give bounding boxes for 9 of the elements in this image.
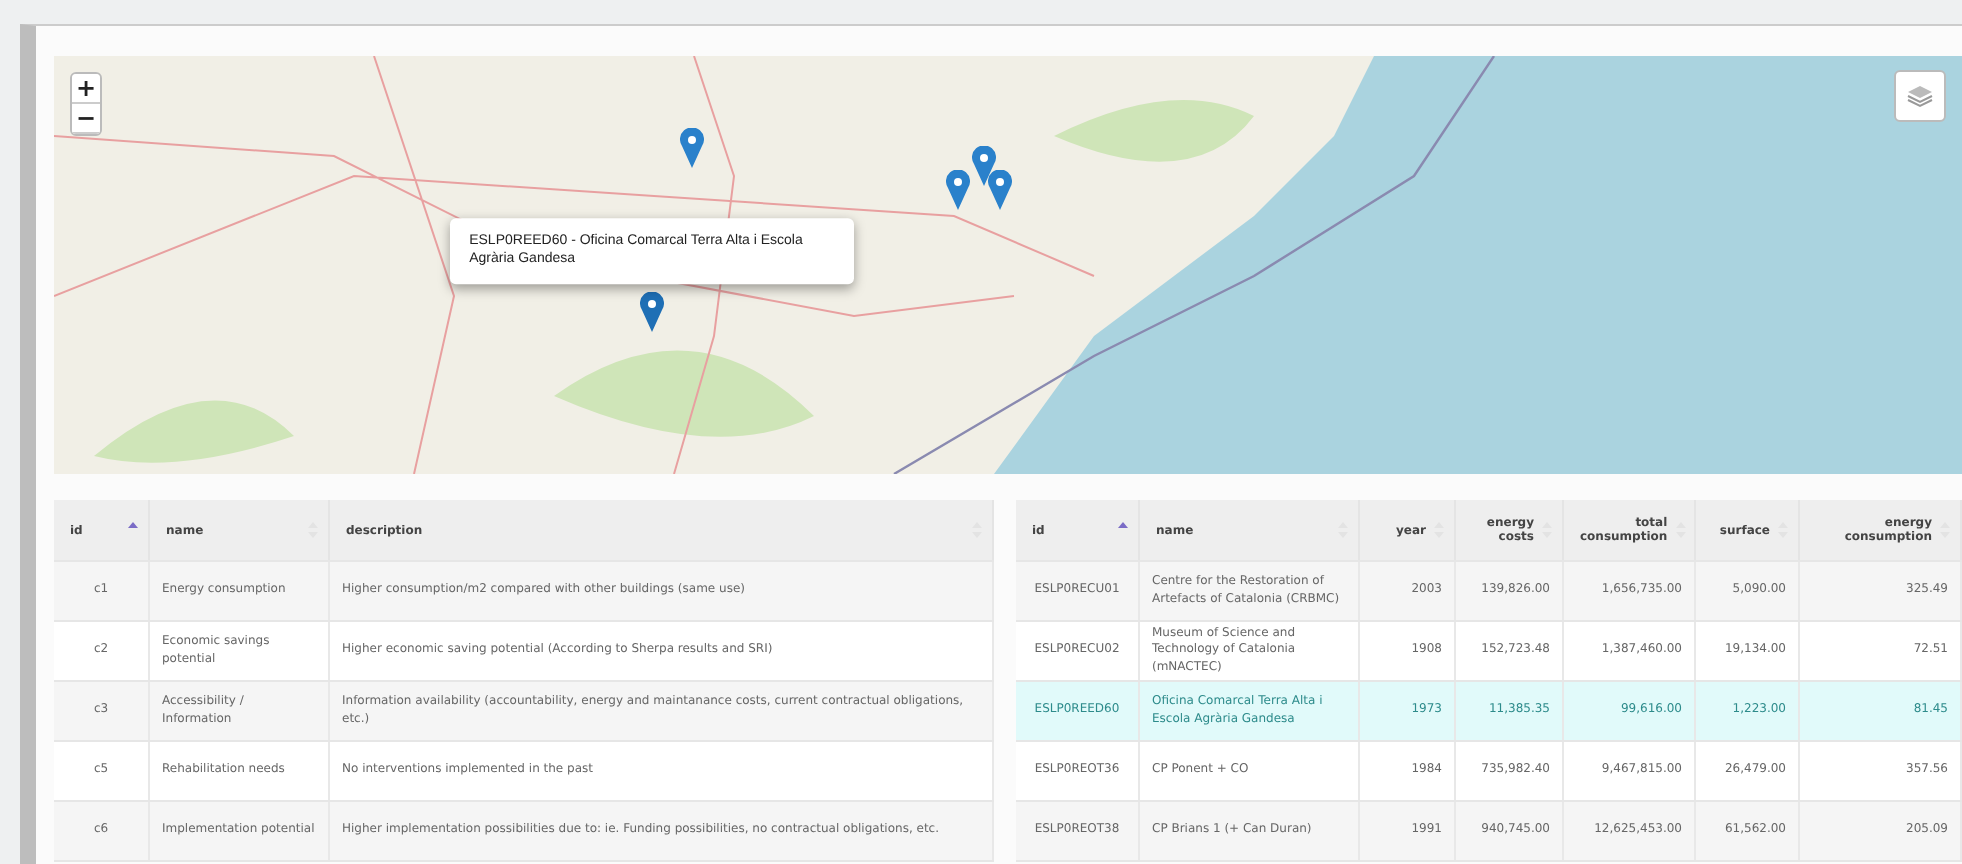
map-marker-icon[interactable] xyxy=(946,170,971,211)
zoom-out-button[interactable]: − xyxy=(72,104,100,134)
map-marker-icon[interactable] xyxy=(988,170,1013,211)
layers-icon xyxy=(1906,84,1934,108)
map-marker-icon[interactable] xyxy=(679,128,704,169)
zoom-in-button[interactable]: + xyxy=(72,74,100,104)
map-marker-icon[interactable] xyxy=(639,291,664,332)
layers-button[interactable] xyxy=(1894,70,1946,122)
map-marker-icon[interactable] xyxy=(971,145,996,186)
